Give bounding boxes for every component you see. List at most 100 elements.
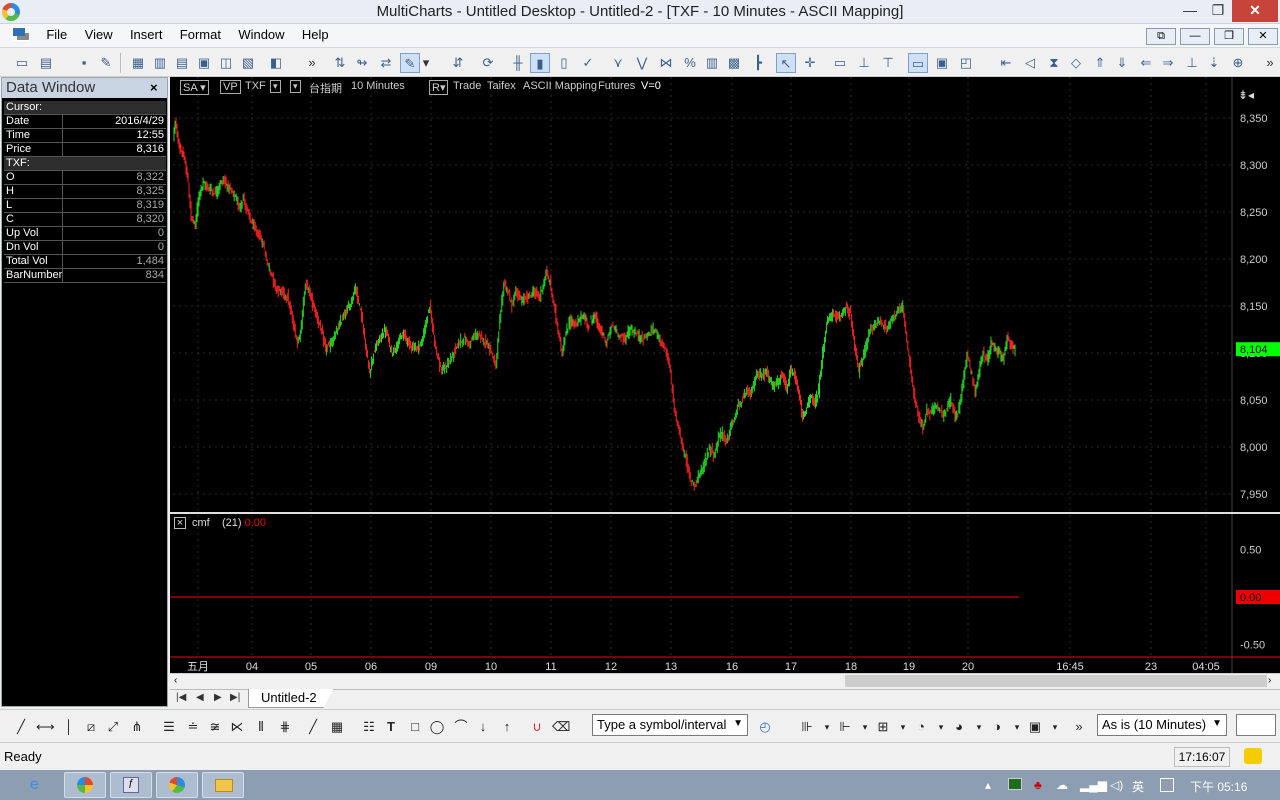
insert-indicator-icon[interactable]: ⇄ bbox=[376, 53, 396, 73]
minutes-chart-icon[interactable]: ◕ bbox=[950, 718, 968, 736]
regression-icon[interactable]: ╱ bbox=[304, 718, 322, 736]
mdi-close-icon[interactable]: ✕ bbox=[1248, 28, 1278, 45]
split-horizontal-icon[interactable]: ⊥ bbox=[854, 53, 874, 73]
seconds-chart-dropdown-icon[interactable]: ▾ bbox=[932, 718, 950, 736]
speed-resistance-icon[interactable]: ⋕ bbox=[276, 718, 294, 736]
ie-browser-icon[interactable]: e bbox=[20, 772, 56, 798]
volume-chart-dropdown-icon[interactable]: ▾ bbox=[856, 718, 874, 736]
interval-clock-icon[interactable]: ◴ bbox=[756, 718, 774, 736]
days-chart-dropdown-icon[interactable]: ▾ bbox=[1046, 718, 1064, 736]
mdi-minimize-icon[interactable]: — bbox=[1180, 28, 1210, 45]
trendline-icon[interactable]: ╱ bbox=[12, 718, 30, 736]
arrange-icon[interactable]: ◰ bbox=[956, 53, 976, 73]
scroll-right-arrow-icon[interactable]: › bbox=[1268, 675, 1271, 686]
close-button[interactable]: ✕ bbox=[1232, 0, 1278, 22]
insert-signal-icon[interactable]: ↬ bbox=[352, 53, 372, 73]
horizontal-line-icon[interactable]: ⟷ bbox=[36, 718, 55, 736]
pitchfork-icon[interactable]: ⋔ bbox=[128, 718, 146, 736]
magnet-icon[interactable]: ∪ bbox=[528, 718, 546, 736]
candlestick-icon[interactable]: ▮ bbox=[530, 53, 550, 73]
data-window-close-icon[interactable]: × bbox=[150, 80, 158, 95]
app-pinwheel-icon[interactable] bbox=[64, 772, 106, 798]
scroll-up-icon[interactable]: ⇑ bbox=[1090, 53, 1110, 73]
fibonacci-extension-icon[interactable]: ≐ bbox=[184, 718, 202, 736]
chart-window[interactable]: 8,3508,3008,2508,2008,1508,1008,0508,000… bbox=[170, 77, 1280, 673]
new-workspace-doc-icon[interactable]: ◧ bbox=[266, 53, 286, 73]
arrow-down-icon[interactable]: ↓ bbox=[474, 718, 492, 736]
notification-icon[interactable] bbox=[1244, 748, 1262, 764]
mdi-maximize-icon[interactable]: ❐ bbox=[1214, 28, 1244, 45]
comment-icon[interactable]: ▭ bbox=[830, 53, 850, 73]
new-chart-icon[interactable]: ▦ bbox=[128, 53, 148, 73]
drawbar-overflow-icon[interactable]: » bbox=[1070, 718, 1088, 736]
list-icon[interactable]: ☷ bbox=[360, 718, 378, 736]
minimize-button[interactable]: — bbox=[1176, 0, 1204, 22]
scroll-left-arrow-icon[interactable]: ‹ bbox=[174, 675, 177, 686]
zoom-time-icon[interactable]: ⧗ bbox=[1044, 53, 1064, 73]
grid-icon[interactable]: ▦ bbox=[328, 718, 346, 736]
menu-file[interactable]: File bbox=[39, 24, 74, 46]
menu-help[interactable]: Help bbox=[295, 24, 336, 46]
insert-study-icon[interactable]: ⇅ bbox=[330, 53, 350, 73]
symbol-dropdown-icon[interactable]: ▾ bbox=[270, 80, 281, 93]
ray-icon[interactable]: ⤢ bbox=[104, 718, 122, 736]
minutes-chart-dropdown-icon[interactable]: ▾ bbox=[970, 718, 988, 736]
tab-next-icon[interactable]: ▶ bbox=[214, 692, 222, 703]
sa-button[interactable]: SA ▾ bbox=[180, 80, 209, 95]
toolbar-overflow-icon-2[interactable]: » bbox=[1260, 53, 1280, 73]
scroll-right-icon[interactable]: ⇒ bbox=[1158, 53, 1178, 73]
gann-fan-icon[interactable]: ⋉ bbox=[228, 718, 246, 736]
open-folder-icon[interactable]: ▤ bbox=[36, 53, 56, 73]
menu-window[interactable]: Window bbox=[231, 24, 291, 46]
data-range-icon[interactable]: ⇵ bbox=[448, 53, 468, 73]
tray-volume-icon[interactable]: ◁) bbox=[1110, 778, 1123, 792]
new-scanner-icon[interactable]: ▥ bbox=[150, 53, 170, 73]
tray-ime-icon[interactable] bbox=[1160, 778, 1174, 792]
crosshair-icon[interactable]: ✛ bbox=[800, 53, 820, 73]
fibonacci-retracement-icon[interactable]: ☰ bbox=[160, 718, 178, 736]
menu-format[interactable]: Format bbox=[173, 24, 228, 46]
zoom-icon[interactable]: ⊕ bbox=[1228, 53, 1248, 73]
cycle-lines-icon[interactable]: ⫴ bbox=[252, 718, 270, 736]
seconds-chart-icon[interactable]: ◔ bbox=[912, 718, 930, 736]
tile-icon[interactable]: ▭ bbox=[908, 53, 928, 73]
days-chart-icon[interactable]: ▣ bbox=[1026, 718, 1044, 736]
menu-insert[interactable]: Insert bbox=[123, 24, 170, 46]
tick-chart-dropdown-icon[interactable]: ▾ bbox=[818, 718, 836, 736]
price-chart[interactable]: 8,3508,3008,2508,2008,1508,1008,0508,000… bbox=[170, 77, 1280, 673]
file-explorer-icon[interactable] bbox=[202, 772, 244, 798]
tab-first-icon[interactable]: |◀ bbox=[176, 692, 186, 703]
save-as-icon[interactable]: ✎ bbox=[96, 53, 116, 73]
market-profile-icon[interactable]: ⋈ bbox=[656, 53, 676, 73]
mdi-restore-icon[interactable]: ⧉ bbox=[1146, 28, 1176, 45]
tab-last-icon[interactable]: ▶| bbox=[230, 692, 240, 703]
tray-monitor-icon[interactable] bbox=[1008, 778, 1022, 790]
indicator-close-icon[interactable]: × bbox=[174, 517, 186, 529]
interval-select[interactable]: As is (10 Minutes) ▼ bbox=[1097, 714, 1227, 736]
volume-icon[interactable]: ▥ bbox=[702, 53, 722, 73]
ellipse-icon[interactable]: ◯ bbox=[428, 718, 446, 736]
range-chart-dropdown-icon[interactable]: ▾ bbox=[894, 718, 912, 736]
drawing-tool-dropdown-icon[interactable]: ▾ bbox=[420, 53, 432, 73]
align-icon[interactable]: ⊥ bbox=[1182, 53, 1202, 73]
maximize-button[interactable]: ❐ bbox=[1204, 0, 1232, 22]
hollow-candle-icon[interactable]: ▯ bbox=[554, 53, 574, 73]
tray-network-icon[interactable]: ▂▄▆ bbox=[1080, 778, 1107, 792]
scroll-down-icon[interactable]: ⇓ bbox=[1112, 53, 1132, 73]
hours-chart-dropdown-icon[interactable]: ▾ bbox=[1008, 718, 1026, 736]
tray-app-icon[interactable]: ♣ bbox=[1034, 778, 1042, 792]
tray-clock[interactable]: 下午 05:16 bbox=[1190, 778, 1247, 795]
vertical-line-icon[interactable]: │ bbox=[60, 718, 78, 736]
new-dom-icon[interactable]: ▤ bbox=[172, 53, 192, 73]
powerlanguage-editor-icon[interactable]: ƒ bbox=[110, 772, 152, 798]
volume-chart-icon[interactable]: ⊩ bbox=[836, 718, 854, 736]
new-portfolio-icon[interactable]: ◫ bbox=[216, 53, 236, 73]
point-figure-icon[interactable]: ⋎ bbox=[608, 53, 628, 73]
reset-scale-icon[interactable]: ⇣ bbox=[1204, 53, 1224, 73]
renko-icon[interactable]: % bbox=[680, 53, 700, 73]
split-vertical-icon[interactable]: ⊤ bbox=[878, 53, 898, 73]
symbol-interval-input[interactable]: Type a symbol/interval ▼ bbox=[592, 714, 748, 736]
scroll-back-icon[interactable]: ◁ bbox=[1020, 53, 1040, 73]
menu-view[interactable]: View bbox=[78, 24, 120, 46]
desktop-menu-icon[interactable] bbox=[12, 27, 30, 41]
